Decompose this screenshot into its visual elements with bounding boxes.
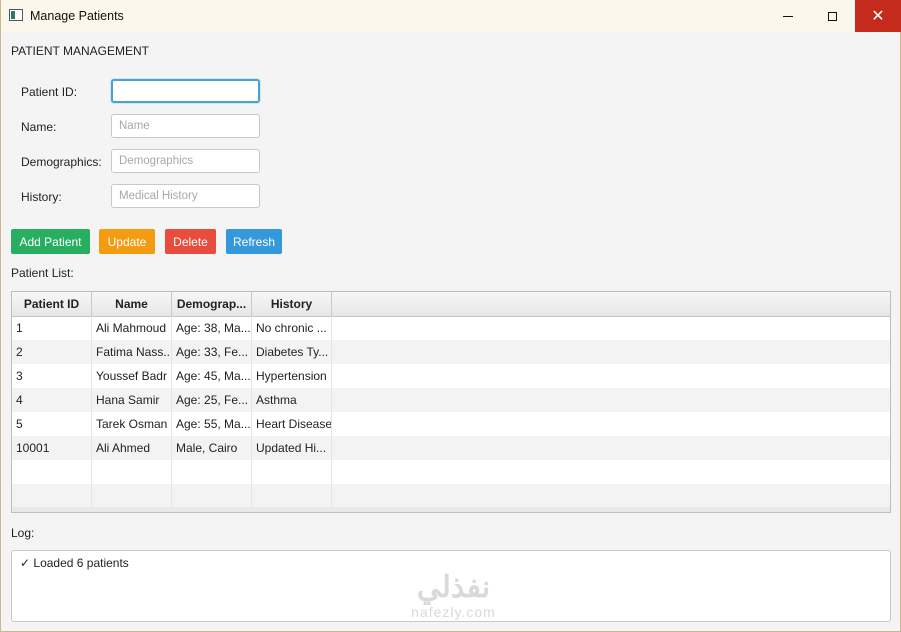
cell-demographics: Age: 55, Ma...	[172, 412, 252, 436]
demographics-field[interactable]	[111, 149, 260, 173]
patient-id-label: Patient ID:	[21, 85, 78, 99]
empty-cell	[172, 484, 252, 508]
history-field[interactable]	[111, 184, 260, 208]
empty-row	[12, 484, 890, 508]
empty-cell	[12, 460, 92, 484]
close-button[interactable]: ✕	[855, 0, 901, 32]
cell-history: Asthma	[252, 388, 332, 412]
cell-name: Hana Samir	[92, 388, 172, 412]
maximize-icon	[827, 11, 837, 21]
close-icon: ✕	[871, 8, 885, 25]
table-row[interactable]: 2 Fatima Nass... Age: 33, Fe... Diabetes…	[12, 340, 890, 364]
minimize-button[interactable]	[765, 0, 811, 32]
empty-cell	[92, 460, 172, 484]
table-row[interactable]: 3 Youssef Badr Age: 45, Ma... Hypertensi…	[12, 364, 890, 388]
patient-list-label: Patient List:	[11, 266, 74, 280]
empty-cell	[12, 484, 92, 508]
demographics-label: Demographics:	[21, 155, 102, 169]
cell-patient-id: 10001	[12, 436, 92, 460]
cell-demographics: Age: 25, Fe...	[172, 388, 252, 412]
empty-cell	[252, 460, 332, 484]
log-textarea[interactable]: ✓ Loaded 6 patients	[11, 550, 891, 622]
column-header-history[interactable]: History	[252, 292, 332, 316]
maximize-button[interactable]	[809, 0, 855, 32]
cell-patient-id: 4	[12, 388, 92, 412]
horizontal-scrollbar[interactable]	[12, 507, 890, 512]
update-button[interactable]: Update	[99, 229, 155, 254]
table-row[interactable]: 1 Ali Mahmoud Age: 38, Ma... No chronic …	[12, 316, 890, 340]
minimize-icon	[783, 15, 793, 17]
cell-demographics: Age: 38, Ma...	[172, 316, 252, 340]
cell-demographics: Age: 45, Ma...	[172, 364, 252, 388]
patient-table[interactable]: Patient ID Name Demograp... History 1 Al…	[11, 291, 891, 513]
cell-history: Hypertension	[252, 364, 332, 388]
cell-name: Fatima Nass...	[92, 340, 172, 364]
empty-cell	[172, 460, 252, 484]
cell-patient-id: 3	[12, 364, 92, 388]
empty-row	[12, 460, 890, 484]
cell-history: Diabetes Ty...	[252, 340, 332, 364]
cell-history: No chronic ...	[252, 316, 332, 340]
patient-id-field[interactable]	[111, 79, 260, 103]
empty-cell	[252, 484, 332, 508]
cell-name: Youssef Badr	[92, 364, 172, 388]
table-header: Patient ID Name Demograp... History	[12, 292, 890, 317]
window-title: Manage Patients	[30, 9, 124, 23]
refresh-button[interactable]: Refresh	[226, 229, 282, 254]
column-header-patient-id[interactable]: Patient ID	[12, 292, 92, 316]
cell-patient-id: 2	[12, 340, 92, 364]
table-row[interactable]: 4 Hana Samir Age: 25, Fe... Asthma	[12, 388, 890, 412]
empty-cell	[92, 484, 172, 508]
manage-patients-window: Manage Patients ✕ PATIENT MANAGEMENT Pat…	[0, 0, 901, 632]
history-label: History:	[21, 190, 62, 204]
cell-demographics: Age: 33, Fe...	[172, 340, 252, 364]
table-row[interactable]: 5 Tarek Osman Age: 55, Ma... Heart Disea…	[12, 412, 890, 436]
add-patient-button[interactable]: Add Patient	[11, 229, 90, 254]
name-field[interactable]	[111, 114, 260, 138]
title-bar[interactable]: Manage Patients ✕	[1, 0, 901, 32]
cell-patient-id: 1	[12, 316, 92, 340]
app-icon	[9, 9, 23, 21]
cell-name: Tarek Osman	[92, 412, 172, 436]
page-title: PATIENT MANAGEMENT	[11, 44, 150, 58]
table-row[interactable]: 10001 Ali Ahmed Male, Cairo Updated Hi..…	[12, 436, 890, 460]
cell-history: Heart Disease	[252, 412, 332, 436]
cell-patient-id: 5	[12, 412, 92, 436]
cell-name: Ali Mahmoud	[92, 316, 172, 340]
cell-demographics: Male, Cairo	[172, 436, 252, 460]
name-label: Name:	[21, 120, 57, 134]
column-header-demographics[interactable]: Demograp...	[172, 292, 252, 316]
log-label: Log:	[11, 526, 35, 540]
cell-history: Updated Hi...	[252, 436, 332, 460]
column-header-name[interactable]: Name	[92, 292, 172, 316]
cell-name: Ali Ahmed	[92, 436, 172, 460]
delete-button[interactable]: Delete	[165, 229, 216, 254]
log-entry: ✓ Loaded 6 patients	[20, 556, 129, 570]
